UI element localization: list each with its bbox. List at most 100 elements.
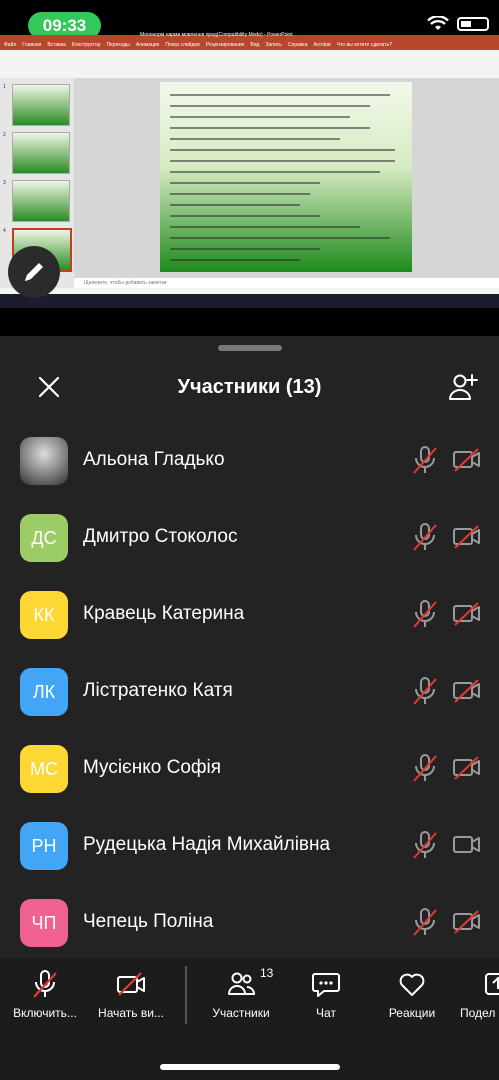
ppt-tab: Что вы хотите сделать? [336,42,393,48]
notes-pane: Щелкните, чтобы добавить заметки [74,278,499,288]
mic-off-icon [413,754,437,782]
invite-participant-icon[interactable] [448,372,478,402]
participant-name: Кравець Катерина [83,603,245,624]
home-indicator[interactable] [160,1064,340,1070]
share-icon [485,973,499,995]
slide-text-line [170,160,395,162]
reactions-label: Реакции [388,1006,436,1020]
avatar: РН [20,822,68,870]
video-off-icon [453,448,480,472]
participant-name: Лістратенко Катя [83,680,233,701]
slide-thumbnail [12,84,70,126]
slide-text-line [170,127,370,129]
avatar: ЛК [20,668,68,716]
slide-number: 2 [3,132,6,138]
meeting-toolbar: Включить... Начать ви... Участники 13 Ча… [0,958,499,1080]
participant-row[interactable]: ЛК Лістратенко Катя [0,668,499,745]
video-off-icon [117,972,145,996]
participant-row[interactable]: Альона Гладько [0,437,499,514]
ppt-tab: Acrobat [313,42,331,48]
ppt-tab: Файл [4,42,17,48]
participants-label: Участники [212,1006,270,1020]
avatar: КК [20,591,68,639]
mic-off-icon [413,831,437,859]
ppt-tab: Справка [287,42,308,48]
video-off-icon [453,525,480,549]
slide-text-line [170,149,395,151]
ppt-tab: Вид [250,42,260,48]
current-slide [160,82,412,272]
participants-sheet: Участники (13) Альона Гладько ДС Дмитро Ст… [0,336,499,958]
share-button[interactable]: Подел [460,968,499,1020]
participant-row[interactable]: ДС Дмитро Стоколос [0,514,499,591]
ppt-tab: Конструктор [71,42,101,48]
video-off-icon [453,910,480,934]
chat-icon [312,973,340,997]
ppt-tab: Переходы [106,42,130,48]
unmute-button[interactable]: Включить... [8,968,82,1020]
slide-text-line [170,116,350,118]
slide-number: 4 [3,228,6,234]
slide-text-line [170,182,320,184]
chat-button[interactable]: Чат [303,968,349,1020]
avatar [20,437,68,485]
mic-off-icon [413,523,437,551]
video-off-icon [453,679,480,703]
slide-text-line [170,226,360,228]
avatar: ЧП [20,899,68,947]
avatar: МС [20,745,68,793]
windows-taskbar [0,294,499,308]
video-off-icon [453,756,480,780]
participant-row[interactable]: КК Кравець Катерина [0,591,499,668]
participant-name: Дмитро Стоколос [83,526,238,547]
participants-icon [228,972,256,995]
slide-text-line [170,193,310,195]
slide-text-line [170,237,390,239]
slide-thumbnail [12,132,70,174]
participant-row[interactable]: РН Рудецька Надія Михайлівна [0,822,499,899]
chat-label: Чат [316,1006,336,1020]
start-video-button[interactable]: Начать ви... [92,968,170,1020]
unmute-label: Включить... [13,1006,77,1020]
ppt-tab: Рецензирование [205,42,245,48]
slide-text-line [170,171,380,173]
ppt-tab: Главная [22,42,42,48]
slide-number: 1 [3,84,6,90]
ppt-tab: Показ слайдов [165,42,200,48]
mic-off-icon [413,908,437,936]
slide-text-line [170,105,370,107]
slide-text-line [170,248,320,250]
reactions-button[interactable]: Реакции [382,968,442,1020]
ppt-tab: Анимация [135,42,160,48]
participant-row[interactable]: МС Мусієнко Софія [0,745,499,822]
slide-text-line [170,215,320,217]
mic-off-icon [413,600,437,628]
slide-thumbnail [12,180,70,222]
participants-count-badge: 13 [260,966,274,980]
ppt-window-title: Мононорм нарми мовлення пред(Compatibili… [140,32,293,38]
avatar: ДС [20,514,68,562]
slide-text-line [170,259,300,261]
slide-text-line [170,94,390,96]
mic-off-icon [413,446,437,474]
video-off-icon [453,602,480,626]
pencil-icon [25,263,43,281]
ppt-tab: Вставка [47,42,66,48]
participant-name: Чепець Поліна [83,911,214,932]
slide-text-line [170,138,340,140]
ppt-ribbon [0,50,499,79]
toolbar-divider [185,966,187,1024]
shared-screen: 09:33 Мононорм нарми мовлення пред(Compa… [0,0,499,336]
participants-title: Участники (13) [177,376,322,398]
video-icon [453,836,480,853]
annotate-button[interactable] [8,246,60,298]
ppt-tab: Запись [265,42,282,48]
slide-canvas [74,78,499,278]
wifi-icon [427,16,449,30]
participant-name: Рудецька Надія Михайлівна [83,834,331,855]
status-icons [427,16,489,32]
share-label: Подел [460,1006,496,1020]
sheet-grabber[interactable] [218,345,282,351]
ppt-ribbon-tabs: Файл Главная Вставка Конструктор Переходы Ани… [0,42,499,50]
slide-number: 3 [3,180,6,186]
